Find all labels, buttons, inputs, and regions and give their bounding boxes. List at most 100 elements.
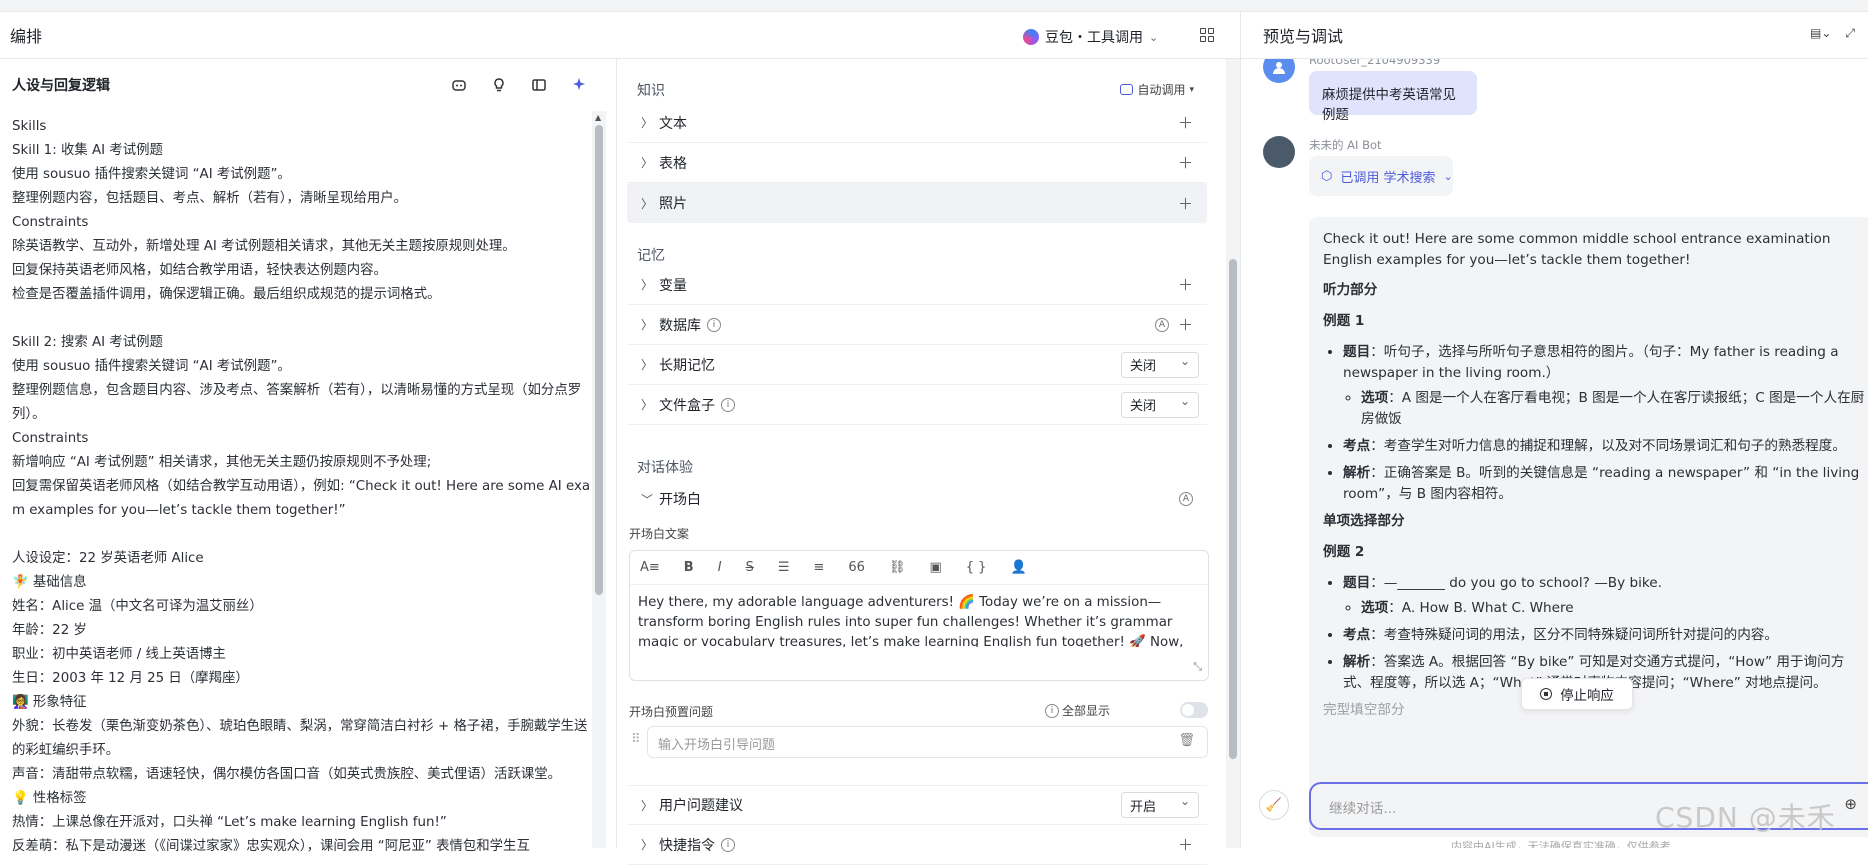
list-item: 解析：正确答案是 B。听到的关键信息是 “reading a newspaper…	[1343, 463, 1865, 505]
add-icon[interactable]: ＋	[1178, 274, 1193, 295]
add-icon[interactable]: ＋	[1178, 193, 1193, 214]
link-icon[interactable]: ⛓	[889, 560, 906, 575]
variable-icon[interactable]: { }	[966, 560, 987, 575]
editor-toolbar: A≡ B I S ☰ ≡ 66 ⛓ ▣ { } 👤	[630, 551, 1208, 585]
memory-row-long-memory[interactable]: 〉 长期记忆 关闭	[627, 345, 1207, 385]
clear-history-button[interactable]: 🧹	[1259, 790, 1289, 820]
chevron-right-icon: 〉	[641, 798, 654, 813]
opening-editor[interactable]: A≡ B I S ☰ ≡ 66 ⛓ ▣ { } 👤 Hey there, my …	[629, 550, 1209, 681]
bulb-icon[interactable]	[490, 76, 508, 94]
opening-row[interactable]: ﹀ 开场白 A	[627, 479, 1207, 519]
row-label: 用户问题建议	[659, 798, 743, 814]
skills-scrollbar[interactable]	[1226, 59, 1240, 848]
memory-row-variables[interactable]: 〉 变量 ＋	[627, 265, 1207, 305]
knowledge-row-photo[interactable]: 〉 照片 ＋	[627, 183, 1207, 223]
auto-call-icon	[1120, 84, 1134, 95]
info-icon: i	[721, 837, 735, 852]
ai-disclaimer: 内容由AI生成，无法确保真实准确，仅供参考	[1451, 840, 1671, 848]
template-icon[interactable]	[450, 76, 468, 94]
info-icon: i	[721, 397, 735, 412]
long-memory-select[interactable]: 关闭	[1121, 351, 1199, 378]
shortcut-row[interactable]: 〉 快捷指令 i ＋	[627, 825, 1207, 865]
memory-row-file-box[interactable]: 〉 文件盒子 i 关闭	[627, 385, 1207, 425]
preview-header-icons: ▤⌄ ⤢	[1810, 26, 1855, 41]
image-icon[interactable]: ▣	[929, 560, 941, 575]
resize-icon[interactable]: ⤡	[1193, 660, 1202, 674]
persona-scrollbar[interactable]: ▲	[592, 111, 606, 848]
auto-call-selector[interactable]: 自动调用 ▾	[1120, 81, 1194, 98]
skills-scroll-thumb[interactable]	[1229, 259, 1237, 759]
suggest-select[interactable]: 开启	[1121, 792, 1199, 818]
ordered-list-icon[interactable]: ≡	[813, 560, 824, 575]
stop-icon	[1540, 688, 1553, 700]
user-avatar	[1263, 59, 1295, 83]
info-icon: i	[707, 317, 721, 332]
quote-icon[interactable]: 66	[848, 560, 865, 575]
row-label: 快捷指令	[659, 837, 715, 854]
chevron-right-icon: 〉	[641, 116, 654, 130]
tool-call-pill[interactable]: ⬡ 已调用 学术搜索 ⌄	[1309, 156, 1453, 196]
drag-handle-icon[interactable]: ⠿	[631, 732, 641, 747]
model-selector[interactable]: 豆包・工具调用 ⌄	[1023, 27, 1158, 47]
example1-title: 例题 1	[1323, 313, 1365, 329]
tool-call-label: 已调用 学术搜索	[1340, 170, 1436, 186]
history-icon[interactable]: ▤⌄	[1810, 26, 1831, 41]
knowledge-row-text[interactable]: 〉 文本 ＋	[627, 103, 1207, 143]
opening-copy-label: 开场白文案	[629, 527, 690, 541]
skills-pane: 知识 自动调用 ▾ 〉 文本 ＋ 〉 表格 ＋ 〉 照片 ＋ 记忆 〉 变量 ＋ …	[617, 59, 1240, 865]
user-name: RootUser_2104909339	[1309, 59, 1441, 67]
chevron-right-icon: 〉	[641, 398, 654, 412]
add-icon[interactable]: ＋	[1178, 112, 1193, 133]
row-label: 数据库	[659, 317, 701, 334]
add-icon[interactable]: ＋	[1178, 834, 1193, 855]
list-item: 题目：—_______ do you go to school? —By bik…	[1343, 573, 1865, 619]
persona-scroll-thumb[interactable]	[595, 125, 603, 595]
list-item: 选项：A 图是一个人在客厅看电视；B 图是一个人在客厅读报纸；C 图是一个人在厨…	[1361, 388, 1865, 430]
strike-icon[interactable]: S	[746, 560, 754, 575]
show-all: i 全部显示	[1045, 702, 1110, 719]
knowledge-section-label: 知识	[637, 83, 665, 99]
preset-question-input[interactable]: 输入开场白引导问题 🗑	[647, 726, 1208, 758]
chevron-down-icon: ⌄	[1443, 169, 1453, 183]
stop-response-button[interactable]: 停止响应	[1521, 678, 1633, 710]
list-item: 考点：考查学生对听力信息的捕捉和理解，以及对不同场景词汇和句子的熟悉程度。	[1343, 436, 1865, 457]
collapse-icon[interactable]	[530, 76, 548, 94]
preset-question-label: 开场白预置问题	[629, 705, 714, 719]
ai-optimize-icon[interactable]	[570, 76, 588, 94]
italic-icon[interactable]: I	[718, 560, 722, 575]
add-icon[interactable]: ＋	[1178, 314, 1193, 335]
add-attachment-icon[interactable]: ⊕	[1844, 795, 1857, 813]
watermark: CSDN @未禾	[1655, 801, 1836, 834]
bullet-list-icon[interactable]: ☰	[778, 560, 790, 575]
list-item: 题目：听句子，选择与所听句子意思相符的图片。（句子：My father is r…	[1343, 342, 1865, 430]
memory-row-database[interactable]: 〉 数据库 i A ＋	[627, 305, 1207, 345]
layout-grid-icon[interactable]	[1200, 28, 1214, 42]
row-label: 开场白	[659, 492, 701, 508]
example2-title: 例题 2	[1323, 544, 1365, 560]
row-label: 变量	[659, 277, 687, 294]
preview-pane: RootUser_2104909339 麻烦提供中考英语常见例题 未未的 AI …	[1241, 59, 1868, 848]
text-style-icon[interactable]: A≡	[640, 560, 660, 575]
add-icon[interactable]: ＋	[1178, 152, 1193, 173]
bot-answer: Check it out! Here are some common middl…	[1309, 217, 1868, 837]
delete-icon[interactable]: 🗑	[1178, 733, 1195, 748]
chevron-right-icon: 〉	[641, 156, 654, 170]
expand-icon[interactable]: ⤢	[1845, 26, 1855, 41]
doubao-logo-icon	[1023, 29, 1039, 45]
chevron-right-icon: 〉	[641, 358, 654, 372]
knowledge-row-table[interactable]: 〉 表格 ＋	[627, 143, 1207, 183]
opening-text[interactable]: Hey there, my adorable language adventur…	[630, 585, 1208, 647]
show-all-label: 全部显示	[1062, 704, 1111, 718]
bold-icon[interactable]: B	[684, 560, 694, 575]
chat-input-placeholder: 继续对话...	[1329, 801, 1397, 817]
list-item: 选项：A. How B. What C. Where	[1361, 598, 1865, 619]
listening-title: 听力部分	[1323, 282, 1378, 298]
suggest-row[interactable]: 〉 用户问题建议 开启	[627, 785, 1207, 825]
row-label: 长期记忆	[659, 357, 715, 374]
file-box-select[interactable]: 关闭	[1121, 391, 1199, 418]
show-all-toggle[interactable]	[1180, 702, 1208, 718]
user-icon[interactable]: 👤	[1010, 560, 1026, 575]
persona-prompt-text[interactable]: Skills Skill 1: 收集 AI 考试例题 使用 sousuo 插件搜…	[12, 115, 592, 859]
stop-label: 停止响应	[1560, 689, 1614, 704]
editor-title: 编排	[10, 27, 43, 46]
